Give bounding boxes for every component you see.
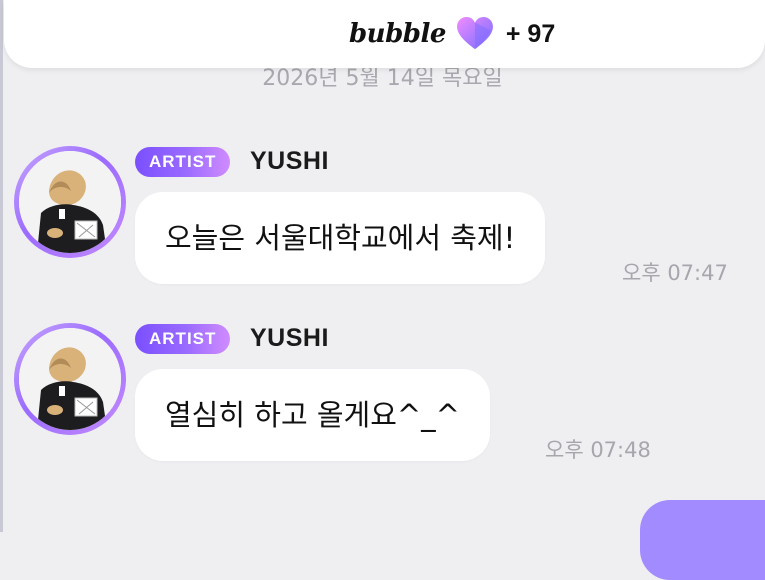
bubble-count: + 97	[505, 19, 556, 48]
sender-name: YUSHI	[250, 147, 329, 175]
message-bubble[interactable]: 오늘은 서울대학교에서 축제!	[135, 192, 546, 284]
message-bubble[interactable]: 열심히 하고 올게요^_^	[135, 369, 490, 461]
brand-count[interactable]: bubble + 97	[349, 17, 555, 51]
avatar-photo	[19, 151, 121, 253]
message-time: 오후 07:48	[545, 438, 651, 462]
sender-name: YUSHI	[250, 324, 329, 352]
brand-logo-text: bubble	[349, 19, 446, 49]
avatar[interactable]	[14, 323, 126, 435]
message-time: 오후 07:47	[622, 261, 728, 285]
outgoing-bubble-partial[interactable]	[640, 500, 765, 580]
heart-icon	[456, 17, 493, 50]
artist-badge: ARTIST	[135, 147, 231, 177]
avatar[interactable]	[14, 146, 126, 258]
avatar-photo	[19, 328, 121, 430]
header-bar: bubble + 97	[4, 0, 765, 68]
artist-badge: ARTIST	[135, 324, 231, 354]
